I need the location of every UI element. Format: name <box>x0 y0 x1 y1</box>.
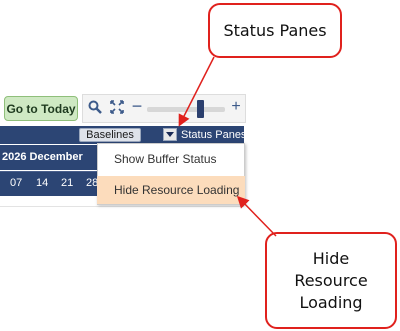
calendar-day: 21 <box>61 177 74 189</box>
calendar-month-label: 2026 December <box>2 151 83 163</box>
zoom-out-minus[interactable]: − <box>130 97 144 115</box>
callout-hide-resource-loading: Hide Resource Loading <box>265 232 397 329</box>
menu-item-hide-resource-loading[interactable]: Hide Resource Loading <box>97 176 245 204</box>
zoom-slider-thumb[interactable] <box>197 100 204 118</box>
callout-line-1: Hide <box>312 248 350 268</box>
calendar-day: 07 <box>10 177 23 189</box>
menu-item-show-buffer-status[interactable]: Show Buffer Status <box>97 145 245 173</box>
status-panes-label[interactable]: Status Panes <box>181 128 246 142</box>
go-to-today-button[interactable]: Go to Today <box>4 96 78 121</box>
callout-line-3: Loading <box>299 292 363 312</box>
zoom-slider-track[interactable] <box>147 107 225 112</box>
calendar-day: 14 <box>36 177 49 189</box>
callout-status-panes-text: Status Panes <box>223 21 327 40</box>
baselines-button[interactable]: Baselines <box>79 128 141 142</box>
fit-screen-icon[interactable] <box>110 100 124 114</box>
zoom-in-icon[interactable] <box>88 100 102 114</box>
status-panes-dropdown-icon[interactable] <box>163 128 177 141</box>
callout-line-2: Resource <box>294 270 368 290</box>
callout-status-panes: Status Panes <box>208 3 342 58</box>
zoom-in-plus[interactable]: + <box>229 99 243 115</box>
